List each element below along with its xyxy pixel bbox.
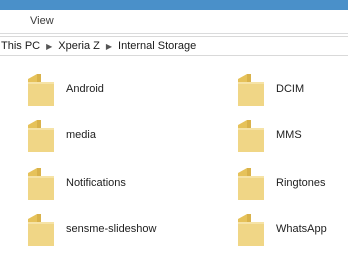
folder-item-dcim[interactable]: DCIM (234, 67, 304, 111)
folder-item-android[interactable]: Android (24, 67, 104, 111)
folder-label: Notifications (66, 177, 126, 189)
breadcrumb-this-pc[interactable]: This PC (1, 40, 40, 52)
folder-icon (28, 214, 54, 246)
folder-label: DCIM (276, 83, 305, 95)
tab-view[interactable]: View (30, 15, 54, 27)
breadcrumb-internal-storage[interactable]: Internal Storage (118, 40, 196, 52)
folder-item-media[interactable]: media (24, 113, 96, 157)
folder-icon (238, 168, 264, 200)
folder-icon (28, 120, 54, 152)
folder-item-ringtones[interactable]: Ringtones (234, 161, 326, 205)
folder-label: media (66, 129, 96, 141)
address-bar[interactable]: This PC ▶ Xperia Z ▶ Internal Storage (0, 36, 348, 56)
folder-item-sensme-slideshow[interactable]: sensme-slideshow (24, 207, 156, 251)
file-list: Android DCIM media MMS Notifications Rin… (0, 57, 348, 255)
folder-item-mms[interactable]: MMS (234, 113, 302, 157)
folder-icon (238, 74, 264, 106)
folder-label: sensme-slideshow (66, 223, 157, 235)
breadcrumb-xperia-z[interactable]: Xperia Z (58, 40, 100, 52)
folder-icon (28, 74, 54, 106)
window-title-bar (0, 0, 348, 10)
folder-item-whatsapp[interactable]: WhatsApp (234, 207, 327, 251)
chevron-right-icon[interactable]: ▶ (46, 42, 52, 51)
folder-icon (238, 214, 264, 246)
folder-label: WhatsApp (276, 223, 327, 235)
folder-icon (238, 120, 264, 152)
folder-label: Android (66, 83, 104, 95)
folder-icon (28, 168, 54, 200)
chevron-right-icon[interactable]: ▶ (106, 42, 112, 51)
folder-label: Ringtones (276, 177, 326, 189)
folder-item-notifications[interactable]: Notifications (24, 161, 126, 205)
folder-label: MMS (276, 129, 302, 141)
ribbon-tabs: e View (0, 10, 348, 34)
